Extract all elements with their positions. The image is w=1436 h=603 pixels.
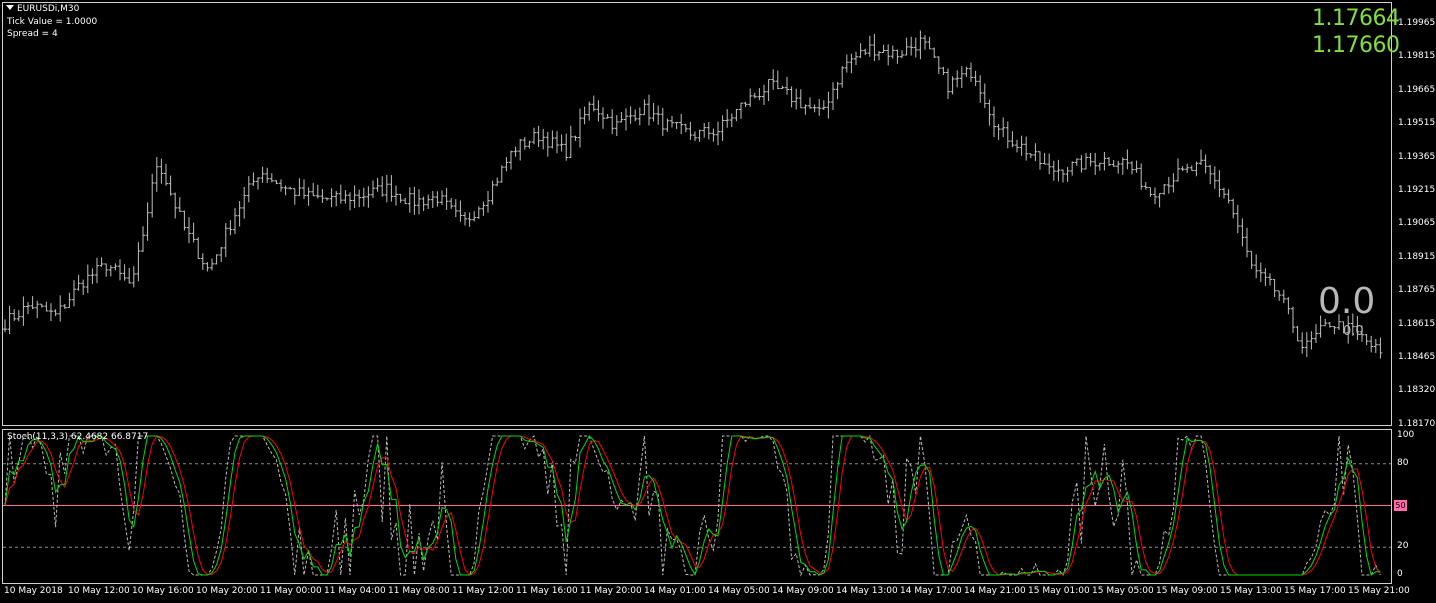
time-tick-label: 11 May 20:00 <box>580 586 642 596</box>
price-tick-label: 1.18915 <box>1398 251 1436 262</box>
price-tick-label: 1.19515 <box>1398 118 1436 129</box>
time-tick-label: 14 May 05:00 <box>708 586 770 596</box>
time-tick-label: 15 May 13:00 <box>1220 586 1282 596</box>
price-tick-label: 1.19965 <box>1398 18 1436 28</box>
price-tick-label: 1.18320 <box>1398 385 1436 396</box>
level-50-tag: 50 <box>1394 500 1407 511</box>
chart-window[interactable]: EURUSDi,M30 Tick Value = 1.0000 Spread =… <box>0 0 1436 603</box>
counter-big: 0.0 <box>1318 281 1376 322</box>
time-tick-label: 11 May 16:00 <box>516 586 578 596</box>
time-tick-label: 11 May 08:00 <box>388 586 450 596</box>
price-tick-label: 1.19815 <box>1398 51 1436 62</box>
time-tick-label: 14 May 01:00 <box>644 586 706 596</box>
stoch-tick-label: 0 <box>1397 569 1403 579</box>
stoch-tick-label: 80 <box>1397 457 1409 468</box>
price-tick-label: 1.19665 <box>1398 84 1436 95</box>
price-tick-label: 1.19215 <box>1398 185 1436 195</box>
stoch-tick-label: 100 <box>1397 430 1415 440</box>
symbol-title-label: EURUSDi,M30 <box>17 4 80 14</box>
time-tick-label: 11 May 12:00 <box>452 586 514 596</box>
time-tick-label: 10 May 2018 <box>4 586 63 596</box>
ask-price: 1.17664 <box>1312 6 1400 31</box>
time-tick-label: 15 May 01:00 <box>1028 586 1090 596</box>
time-tick-label: 15 May 17:00 <box>1284 586 1346 596</box>
tick-value-text: Tick Value = 1.0000 <box>7 17 98 27</box>
price-tick-label: 1.19365 <box>1398 151 1436 162</box>
time-tick-label: 15 May 09:00 <box>1156 586 1218 596</box>
time-tick-label: 10 May 16:00 <box>132 586 194 596</box>
time-tick-label: 14 May 09:00 <box>772 586 834 596</box>
price-tick-label: 1.18765 <box>1398 285 1436 296</box>
time-tick-label: 14 May 21:00 <box>964 586 1026 596</box>
symbol-title[interactable]: EURUSDi,M30 <box>6 4 79 15</box>
counter-small: 0.0 <box>1343 324 1364 339</box>
time-tick-label: 11 May 00:00 <box>260 586 322 596</box>
time-tick-label: 15 May 05:00 <box>1092 586 1154 596</box>
price-tick-label: 1.18615 <box>1398 318 1436 329</box>
dropdown-triangle-icon[interactable] <box>6 5 14 10</box>
price-tick-label: 1.18465 <box>1398 352 1436 362</box>
time-tick-label: 10 May 20:00 <box>196 586 258 596</box>
time-tick-label: 15 May 21:00 <box>1348 586 1410 596</box>
time-tick-label: 14 May 13:00 <box>836 586 898 596</box>
price-tick-label: 1.18170 <box>1398 418 1436 429</box>
bid-price: 1.17660 <box>1312 33 1400 58</box>
price-tick-label: 1.19065 <box>1398 218 1436 229</box>
time-tick-label: 10 May 12:00 <box>68 586 130 596</box>
time-tick-label: 14 May 17:00 <box>900 586 962 596</box>
chart-canvas <box>3 30 1391 577</box>
stoch-tick-label: 20 <box>1397 541 1409 552</box>
spread-text: Spread = 4 <box>7 29 58 39</box>
stoch-label: Stoch(11,3,3) 62.4682 66.8717 <box>7 432 149 442</box>
time-tick-label: 11 May 04:00 <box>324 586 386 596</box>
